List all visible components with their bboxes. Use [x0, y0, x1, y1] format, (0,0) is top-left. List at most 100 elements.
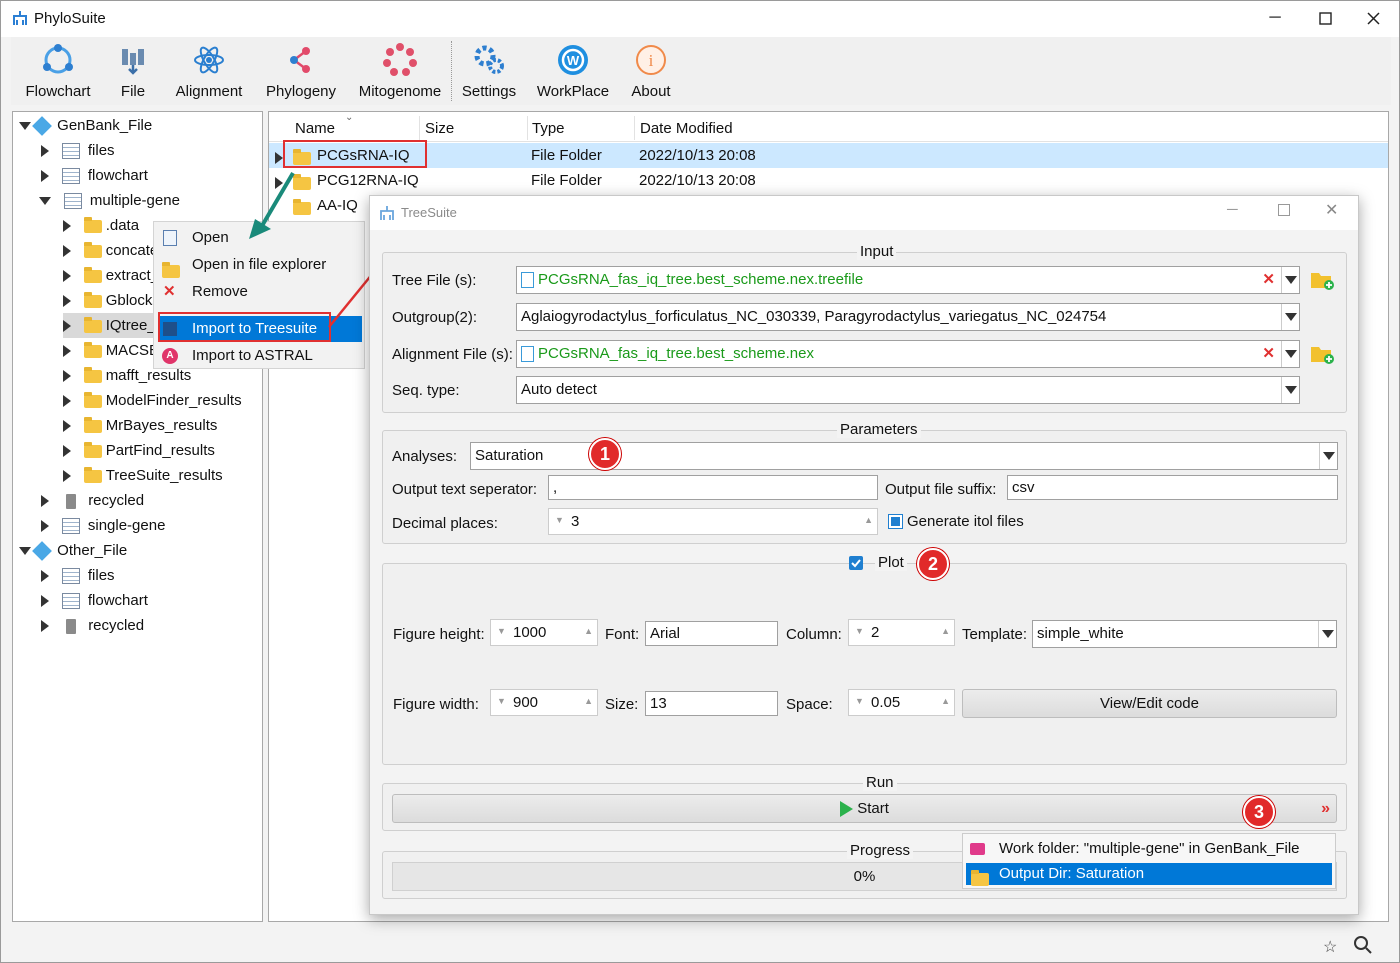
expand-icon[interactable]	[41, 145, 49, 158]
expand-icon[interactable]	[63, 345, 71, 358]
font-input[interactable]: Arial	[645, 621, 778, 646]
expand-icon[interactable]	[41, 620, 49, 633]
spin-down-icon[interactable]: ▼	[555, 508, 564, 533]
figure-width-spinbox[interactable]: ▼ 900 ▲	[490, 689, 598, 716]
column-header-date[interactable]: Date Modified	[640, 120, 733, 137]
spin-down-icon[interactable]: ▼	[855, 689, 864, 714]
tree-node-treesuite-results[interactable]: TreeSuite_results	[63, 463, 223, 488]
tree-node-iqtree[interactable]: IQtree_	[63, 313, 163, 338]
expand-icon[interactable]	[41, 520, 49, 533]
expand-icon[interactable]	[63, 395, 71, 408]
collapse-icon[interactable]	[39, 197, 51, 206]
tree-node-data[interactable]: .data	[63, 213, 139, 238]
spin-up-icon[interactable]: ▲	[584, 619, 593, 644]
view-edit-code-button[interactable]: View/Edit code	[962, 689, 1337, 718]
dropdown-arrow-icon[interactable]	[1281, 304, 1299, 330]
template-select[interactable]: simple_white	[1032, 620, 1337, 648]
seq-type-select[interactable]: Auto detect	[516, 376, 1300, 404]
expand-icon[interactable]	[41, 595, 49, 608]
tree-node-multiple-gene[interactable]: multiple-gene	[39, 188, 180, 213]
spin-down-icon[interactable]: ▼	[497, 689, 506, 714]
toolbar-mitogenome-button[interactable]: Mitogenome	[355, 37, 445, 105]
maximize-button[interactable]	[1313, 6, 1337, 30]
spin-down-icon[interactable]: ▼	[497, 619, 506, 644]
tree-node-other-flowchart[interactable]: flowchart	[41, 588, 148, 613]
expand-icon[interactable]	[63, 370, 71, 383]
expand-icon[interactable]	[41, 570, 49, 583]
toolbar-file-button[interactable]: File	[107, 37, 159, 105]
toolbar-flowchart-button[interactable]: Flowchart	[15, 37, 101, 105]
collapse-icon[interactable]	[19, 122, 31, 131]
column-spinbox[interactable]: ▼ 2 ▲	[848, 619, 955, 646]
add-folder-icon[interactable]	[1309, 267, 1335, 291]
tree-file-field[interactable]: PCGsRNA_fas_iq_tree.best_scheme.nex.tree…	[516, 266, 1300, 294]
start-button[interactable]: Start »	[392, 794, 1337, 823]
dropdown-arrow-icon[interactable]	[1281, 377, 1299, 403]
column-header-name[interactable]: Name	[295, 120, 335, 137]
tree-node-recycled[interactable]: recycled	[41, 488, 144, 513]
minimize-button[interactable]: ─	[1227, 201, 1238, 218]
space-spinbox[interactable]: ▼ 0.05 ▲	[848, 689, 955, 716]
tree-node-partfind-results[interactable]: PartFind_results	[63, 438, 215, 463]
dropdown-arrow-icon[interactable]	[1319, 443, 1337, 469]
expand-icon[interactable]	[63, 245, 71, 258]
toolbar-settings-button[interactable]: Settings	[459, 37, 519, 105]
separator-input[interactable]: ,	[548, 475, 878, 500]
clear-icon[interactable]: ✕	[1262, 341, 1275, 367]
spin-up-icon[interactable]: ▲	[941, 689, 950, 714]
close-button[interactable]: ✕	[1325, 200, 1338, 220]
column-header-size[interactable]: Size	[425, 120, 454, 137]
suffix-input[interactable]: csv	[1007, 475, 1338, 500]
star-icon[interactable]: ☆	[1323, 937, 1337, 957]
minimize-button[interactable]: ─	[1263, 6, 1287, 30]
decimal-spinbox[interactable]: ▼ 3 ▲	[548, 508, 878, 535]
maximize-button[interactable]	[1278, 204, 1290, 216]
double-chevron-down-icon[interactable]: »	[1321, 795, 1330, 822]
toolbar-phylogeny-button[interactable]: Phylogeny	[263, 37, 339, 105]
size-input[interactable]: 13	[645, 691, 778, 716]
itol-checkbox[interactable]	[888, 514, 903, 529]
collapse-icon[interactable]	[19, 547, 31, 556]
menu-item-work-folder[interactable]: Work folder: "multiple-gene" in GenBank_…	[963, 836, 1335, 862]
spin-down-icon[interactable]: ▼	[855, 619, 864, 644]
outgroup-field[interactable]: Aglaiogyrodactylus_forficulatus_NC_03033…	[516, 303, 1300, 331]
expand-icon[interactable]	[63, 270, 71, 283]
toolbar-workplace-button[interactable]: W WorkPlace	[535, 37, 611, 105]
tree-node-files[interactable]: files	[41, 138, 115, 163]
figure-height-spinbox[interactable]: ▼ 1000 ▲	[490, 619, 598, 646]
expand-icon[interactable]	[63, 445, 71, 458]
expand-icon[interactable]	[41, 495, 49, 508]
plot-checkbox[interactable]	[849, 556, 863, 570]
expand-icon[interactable]	[63, 220, 71, 233]
spin-up-icon[interactable]: ▲	[584, 689, 593, 714]
tree-node-genbank[interactable]: GenBank_File	[19, 113, 152, 138]
tree-node-other-file[interactable]: Other_File	[19, 538, 127, 563]
expand-icon[interactable]	[41, 170, 49, 183]
expand-icon[interactable]	[63, 295, 71, 308]
menu-item-import-astral[interactable]: A Import to ASTRAL	[154, 343, 364, 369]
tree-node-concate[interactable]: concate	[63, 238, 158, 263]
add-folder-icon[interactable]	[1309, 341, 1335, 365]
dropdown-arrow-icon[interactable]	[1281, 341, 1299, 367]
expand-icon[interactable]	[63, 320, 71, 333]
tree-node-other-recycled[interactable]: recycled	[41, 613, 144, 638]
dropdown-arrow-icon[interactable]	[1318, 621, 1336, 647]
dropdown-arrow-icon[interactable]	[1281, 267, 1299, 293]
spin-up-icon[interactable]: ▲	[941, 619, 950, 644]
close-button[interactable]	[1361, 6, 1385, 30]
tree-node-macse[interactable]: MACSE	[63, 338, 159, 363]
alignment-file-field[interactable]: PCGsRNA_fas_iq_tree.best_scheme.nex ✕	[516, 340, 1300, 368]
toolbar-alignment-button[interactable]: Alignment	[171, 37, 247, 105]
column-header-type[interactable]: Type	[532, 120, 565, 137]
tree-node-other-files[interactable]: files	[41, 563, 115, 588]
expand-icon[interactable]	[63, 470, 71, 483]
search-icon[interactable]	[1353, 935, 1373, 955]
tree-node-modelfinder-results[interactable]: ModelFinder_results	[63, 388, 242, 413]
tree-node-mrbayes-results[interactable]: MrBayes_results	[63, 413, 217, 438]
tree-node-gblocks[interactable]: Gblocks	[63, 288, 160, 313]
tree-node-flowchart[interactable]: flowchart	[41, 163, 148, 188]
clear-icon[interactable]: ✕	[1262, 267, 1275, 293]
tree-node-extract[interactable]: extract_	[63, 263, 159, 288]
menu-item-output-dir[interactable]: Output Dir: Saturation	[966, 863, 1332, 886]
expand-icon[interactable]	[63, 420, 71, 433]
